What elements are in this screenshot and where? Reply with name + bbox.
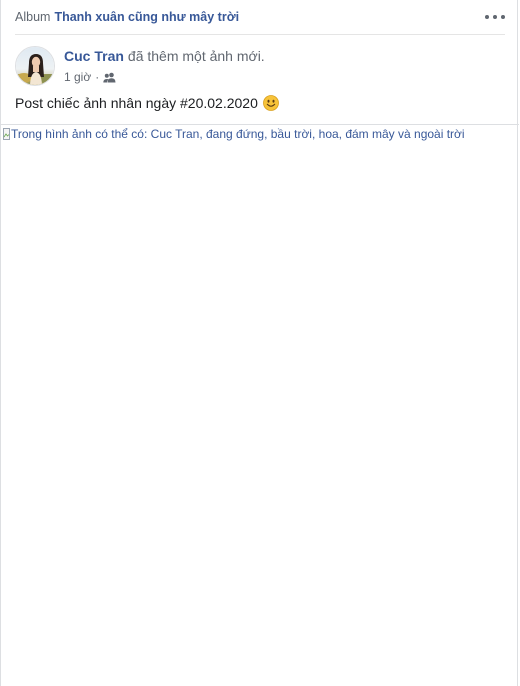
album-header: Album Thanh xuân cũng như mây trời (15, 0, 505, 35)
more-options-button[interactable] (485, 10, 505, 24)
album-prefix: Album (15, 10, 51, 24)
author-name-link[interactable]: Cuc Tran (64, 48, 124, 64)
post-meta: 1 giờ · (64, 70, 116, 84)
friends-icon[interactable] (103, 72, 116, 83)
post-message-text: Post chiếc ảnh nhân ngày #20.02.2020 (15, 95, 258, 111)
post-message: Post chiếc ảnh nhân ngày #20.02.2020 (15, 95, 279, 111)
post-photo[interactable]: Trong hình ảnh có thể có: Cuc Tran, đang… (1, 124, 519, 686)
post-header: Cuc Tran đã thêm một ảnh mới. 1 giờ · (15, 46, 505, 88)
more-dot-icon (485, 15, 489, 19)
photo-alt-text: Trong hình ảnh có thể có: Cuc Tran, đang… (11, 127, 465, 141)
author-line: Cuc Tran đã thêm một ảnh mới. (64, 48, 265, 64)
post-timestamp-link[interactable]: 1 giờ (64, 70, 91, 84)
meta-separator: · (95, 70, 100, 84)
more-dot-icon (501, 15, 505, 19)
avatar[interactable] (15, 46, 55, 86)
broken-image-placeholder: Trong hình ảnh có thể có: Cuc Tran, đang… (3, 127, 465, 141)
post-card: Album Thanh xuân cũng như mây trời Cuc T… (0, 0, 519, 686)
avatar-image (16, 47, 54, 85)
more-dot-icon (493, 15, 497, 19)
author-action-text: đã thêm một ảnh mới. (127, 48, 265, 64)
album-name-link[interactable]: Thanh xuân cũng như mây trời (54, 10, 239, 24)
smiley-emoji-icon (262, 95, 279, 111)
broken-image-icon (3, 128, 10, 140)
